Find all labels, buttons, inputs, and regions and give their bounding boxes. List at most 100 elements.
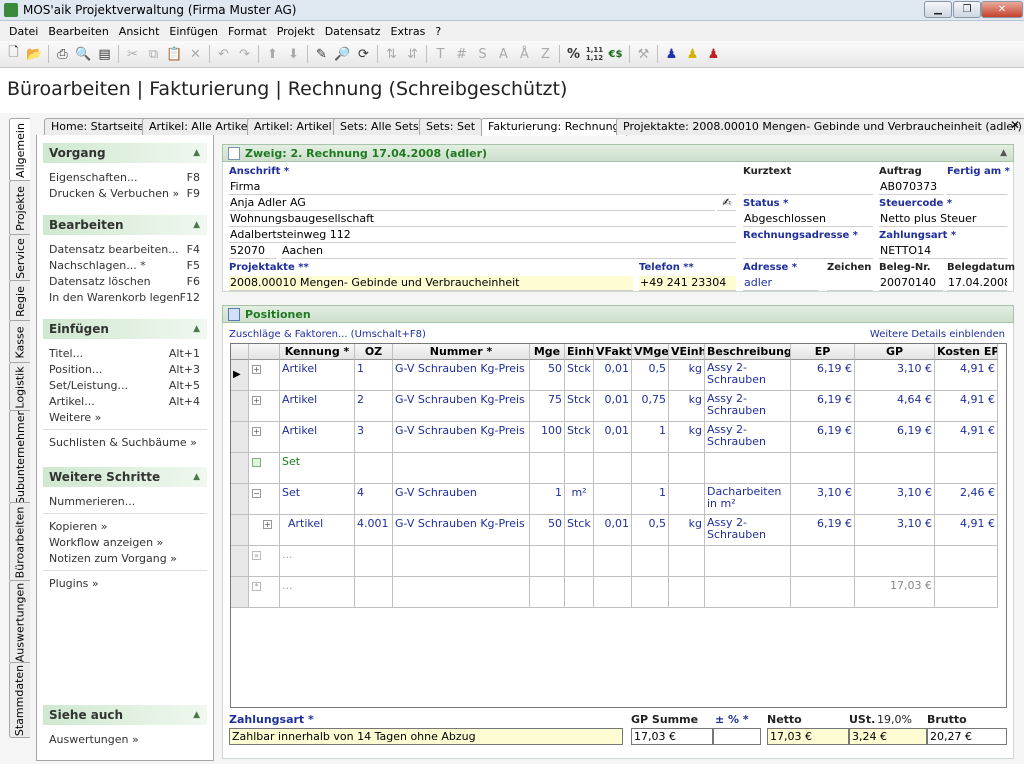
collapse-icon[interactable]: ▲ [193, 710, 200, 720]
delete-icon[interactable]: ✕ [185, 44, 206, 64]
pct-field[interactable] [713, 728, 761, 745]
belegnr-field[interactable]: 20070140 [879, 276, 943, 291]
task-auswertungen[interactable]: Auswertungen » [43, 731, 207, 747]
task-kopieren[interactable]: Kopieren » [43, 518, 207, 534]
collapse-icon[interactable]: ▲ [193, 220, 200, 230]
telefon-field[interactable]: +49 241 23304 [639, 276, 736, 291]
vtab-auswertungen[interactable]: Auswertungen [9, 580, 30, 664]
vtab-stammdaten[interactable]: Stammdaten [9, 662, 30, 738]
new-icon[interactable]: 🗋 [3, 44, 24, 64]
auftrag-field[interactable]: AB070373 [879, 180, 943, 195]
menu-projekt[interactable]: Projekt [272, 25, 320, 38]
menu-format[interactable]: Format [223, 25, 272, 38]
task-weitere[interactable]: Weitere » [43, 409, 207, 425]
task-warenkorb[interactable]: In den Warenkorb legen F12 [43, 289, 207, 305]
print-icon[interactable]: ⎙ [52, 44, 73, 64]
tab-set[interactable]: Sets: Set [419, 118, 483, 135]
task-eigenschaften[interactable]: Eigenschaften... F8 [43, 169, 207, 185]
close-button[interactable]: ✕ [981, 1, 1023, 18]
tools-icon[interactable]: ⚒ [633, 44, 654, 64]
maximize-button[interactable]: ❐ [953, 1, 981, 18]
refresh-icon[interactable]: ⟳ [353, 44, 374, 64]
status-field[interactable]: Abgeschlossen [743, 212, 873, 227]
task-position[interactable]: Position... Alt+3 [43, 361, 207, 377]
details-link[interactable]: Weitere Details einblenden [870, 329, 1005, 340]
task-nachschlagen[interactable]: Nachschlagen... * F5 [43, 257, 207, 273]
collapse-icon[interactable]: ▲ [193, 472, 200, 482]
anschrift-line-4[interactable]: Adalbertsteinweg 112 [229, 228, 736, 243]
table-row[interactable]: Set [231, 453, 1006, 484]
hash-icon[interactable]: # [451, 44, 472, 64]
task-datensatz-bearbeiten[interactable]: Datensatz bearbeiten... F4 [43, 241, 207, 257]
col-vfakt[interactable]: VFakt [594, 344, 632, 360]
print-preview-icon[interactable]: 🔍 [73, 44, 94, 64]
task-nummerieren[interactable]: Nummerieren... [43, 493, 207, 509]
col-vmge[interactable]: VMge [632, 344, 669, 360]
close-tab-icon[interactable]: ✕ [1010, 118, 1020, 132]
anschrift-line-3[interactable]: Wohnungsbaugesellschaft [229, 212, 736, 227]
col-kosten-ep[interactable]: Kosten EP [935, 344, 998, 360]
collapse-icon[interactable]: − [252, 489, 261, 498]
task-notizen[interactable]: Notizen zum Vorgang » [43, 550, 207, 566]
menu-ansicht[interactable]: Ansicht [114, 25, 165, 38]
numbers-icon[interactable]: 1,11 1,12 [584, 44, 605, 64]
edit-icon[interactable]: ✎ [311, 44, 332, 64]
move-up-icon[interactable]: ⬆ [262, 44, 283, 64]
table-row[interactable]: + Artikel 4.001 G-V Schrauben Kg-Preis 5… [231, 515, 1006, 546]
zahlungsart-code-field[interactable]: NETTO14 [879, 244, 1007, 259]
plz-field[interactable]: 52070 [229, 244, 277, 259]
tab-alle-artikel[interactable]: Artikel: Alle Artikel [142, 118, 258, 135]
menu-einfuegen[interactable]: Einfügen [164, 25, 223, 38]
task-suchlisten[interactable]: Suchlisten & Suchbäume » [43, 434, 207, 450]
anschrift-line-2[interactable]: Anja Adler AG [229, 196, 715, 211]
minimize-button[interactable]: ▁ [924, 1, 952, 18]
print-setup-icon[interactable]: ▤ [94, 44, 115, 64]
fertig-field[interactable] [947, 180, 1007, 195]
new-row-icon[interactable]: » [252, 551, 261, 560]
vtab-bueroarbeiten[interactable]: Büroarbeiten [9, 502, 30, 582]
copy-icon[interactable]: ⧉ [143, 44, 164, 64]
tab-home[interactable]: Home: Startseite [44, 118, 152, 135]
zeichen-field[interactable] [827, 276, 873, 291]
vtab-logistik[interactable]: Logistik [9, 362, 30, 412]
table-row[interactable]: » ... [231, 546, 1006, 577]
col-einh[interactable]: Einh [565, 344, 594, 360]
kurztext-field[interactable] [743, 180, 873, 195]
tab-projektakte[interactable]: Projektakte: 2008.00010 Mengen- Gebinde … [616, 118, 1024, 135]
task-drucken-verbuchen[interactable]: Drucken & Verbuchen » F9 [43, 185, 207, 201]
col-gp[interactable]: GP [855, 344, 935, 360]
task-plugins[interactable]: Plugins » [43, 575, 207, 591]
task-titel[interactable]: Titel... Alt+1 [43, 345, 207, 361]
sort-asc-icon[interactable]: ⇅ [381, 44, 402, 64]
user-yellow-icon[interactable]: ♟ [682, 44, 703, 64]
tab-alle-sets[interactable]: Sets: Alle Sets [333, 118, 426, 135]
signature-icon[interactable]: ✍ [717, 196, 736, 211]
redo-icon[interactable]: ↷ [234, 44, 255, 64]
steuercode-field[interactable]: Netto plus Steuer [879, 212, 1007, 227]
menu-bearbeiten[interactable]: Bearbeiten [43, 25, 113, 38]
col-kennung[interactable]: Kennung * [280, 344, 355, 360]
expand-icon[interactable]: + [252, 365, 261, 374]
user-blue-icon[interactable]: ♟ [661, 44, 682, 64]
vtab-subunternehmer[interactable]: Subunternehmer [9, 410, 30, 504]
text-icon[interactable]: T [430, 44, 451, 64]
zuschlaege-link[interactable]: Zuschläge & Faktoren... (Umschalt+F8) [229, 329, 426, 340]
sort-desc-icon[interactable]: ⇵ [402, 44, 423, 64]
search-icon[interactable]: 🔎 [332, 44, 353, 64]
projektakte-field[interactable]: 2008.00010 Mengen- Gebinde und Verbrauch… [229, 276, 633, 291]
belegdatum-field[interactable]: 17.04.2008 [947, 276, 1007, 291]
expand-icon[interactable]: + [252, 396, 261, 405]
zahlungsart-field[interactable]: Zahlbar innerhalb von 14 Tagen ohne Abzu… [229, 728, 623, 745]
menu-help[interactable]: ? [430, 25, 446, 38]
user-red-icon[interactable]: ♟ [703, 44, 724, 64]
a2-icon[interactable]: Å [514, 44, 535, 64]
a-icon[interactable]: A [493, 44, 514, 64]
undo-icon[interactable]: ↶ [213, 44, 234, 64]
table-row[interactable]: + Artikel 3 G-V Schrauben Kg-Preis 100 S… [231, 422, 1006, 453]
vtab-allgemein[interactable]: Allgemein [9, 118, 30, 182]
collapse-icon[interactable]: ▲ [193, 148, 200, 158]
table-row[interactable]: ▶ + Artikel 1 G-V Schrauben Kg-Preis 50 … [231, 360, 1006, 391]
paste-icon[interactable]: 📋 [164, 44, 185, 64]
new-entry-icon[interactable]: * [252, 582, 261, 591]
rechnungsadresse-field[interactable] [743, 244, 873, 259]
